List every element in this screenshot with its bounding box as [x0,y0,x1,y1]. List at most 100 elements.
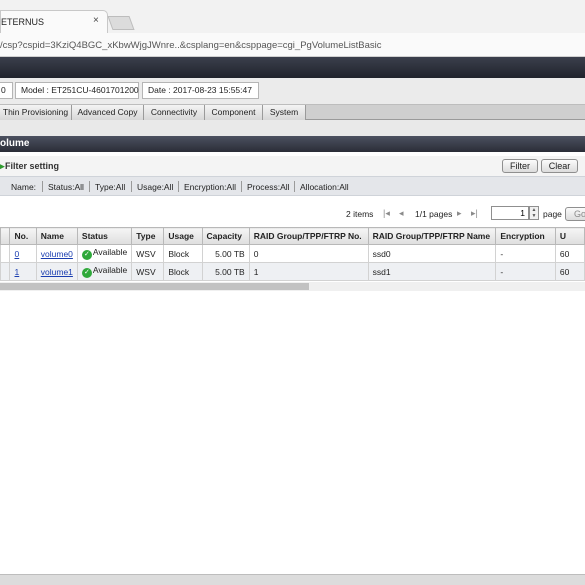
divider [178,181,179,192]
clear-button[interactable]: Clear [541,159,578,173]
menu-tab-thin-provisioning[interactable]: Thin Provisioning [0,105,72,120]
table-row[interactable]: 1 volume1 ✓ Available WSV Block 5.00 TB 1… [0,262,585,281]
divider [294,181,295,192]
status-cell: ✓ Available [76,244,133,263]
app-header [0,57,585,78]
menu-tab-label: Advanced Copy [77,107,138,117]
volume-no-link[interactable]: 1 [14,267,19,277]
date-info-text: Date : 2017-08-23 15:55:47 [148,85,252,95]
usage-cell: Block [163,244,203,263]
clear-button-label: Clear [548,161,571,171]
filter-button[interactable]: Filter [502,159,538,173]
menu-tab-component[interactable]: Component [205,105,263,120]
page-label: page [543,209,562,219]
filter-setting-bar[interactable]: ▸ Filter setting Filter Clear [0,156,585,176]
volume-name-link[interactable]: volume1 [41,267,73,277]
menu-tab-label: System [269,107,299,117]
capacity-cell: 5.00 TB [201,244,250,263]
check-circle-icon: ✓ [81,250,92,260]
no-cell: 1 [9,262,37,281]
last-page-icon[interactable]: ▸| [471,208,478,219]
model-info-box: Model : ET251CU-4601701200 [15,82,139,99]
type-cell: WSV [131,244,165,263]
divider [241,181,242,192]
select-column-header[interactable] [0,227,11,245]
filter-expand-icon[interactable]: ▸ [0,161,5,172]
divider [131,181,132,192]
status-info-box: 0 [0,82,13,99]
menu-tab-advanced-copy[interactable]: Advanced Copy [72,105,144,120]
scrollbar-thumb[interactable] [0,283,309,290]
volume-no-link[interactable]: 0 [14,249,19,259]
section-title: olume [0,138,30,149]
no-cell: 0 [9,244,37,263]
date-info-box: Date : 2017-08-23 15:55:47 [142,82,259,99]
usage-cell: Block [163,262,203,281]
status-cell: ✓ Available [76,262,133,281]
browser-tab-strip: ETERNUS × [0,0,585,34]
filter-process: Process:All [247,182,290,192]
filter-summary: Name: Status:All Type:All Usage:All Encr… [0,176,585,196]
name-cell: volume1 [35,262,78,281]
column-header-no[interactable]: No. [9,227,37,245]
browser-tab[interactable]: ETERNUS × [0,10,108,34]
u-cell: 60 [554,262,585,281]
u-cell: 60 [554,244,585,263]
check-circle-icon: ✓ [81,268,92,278]
table-row[interactable]: 0 volume0 ✓ Available WSV Block 5.00 TB 0… [0,244,585,263]
filter-setting-title[interactable]: Filter setting [5,161,59,171]
status-info-text: 0 [1,85,6,95]
status-text: Available [92,247,128,257]
filter-encryption: Encryption:All [184,182,236,192]
volume-table: No. Name Status Type Usage Capacity RAID… [0,227,585,281]
column-header-rg-name[interactable]: RAID Group/TPP/FTRP Name [367,227,497,245]
column-header-capacity[interactable]: Capacity [201,227,250,245]
page-spinner[interactable]: ▲ ▼ [529,206,539,220]
column-header-encryption[interactable]: Encryption [495,227,556,245]
filter-name: Name: [11,182,37,192]
page-number-input[interactable] [491,206,529,220]
close-icon[interactable]: × [93,15,99,26]
menu-tab-system[interactable]: System [263,105,306,120]
volume-name-link[interactable]: volume0 [41,249,73,259]
encryption-cell: - [495,244,556,263]
column-header-status[interactable]: Status [76,227,133,245]
filter-button-label: Filter [510,161,530,171]
status-strip [0,574,585,585]
filter-type: Type:All [95,182,126,192]
main-menu-bar: Thin Provisioning Advanced Copy Connecti… [0,104,585,120]
sub-toolbar [0,120,585,136]
column-header-u[interactable]: U [554,227,585,245]
prev-page-icon[interactable]: ◂ [399,208,404,219]
model-info-text: Model : ET251CU-4601701200 [21,85,139,95]
filter-allocation: Allocation:All [300,182,349,192]
column-header-name[interactable]: Name [35,227,78,245]
address-bar[interactable]: /csp?cspid=3KziQ4BGC_xKbwWjgJWnre..&cspl… [0,33,585,57]
pagination-bar: 2 items |◂ ◂ 1/1 pages ▸ ▸| ▲ ▼ page Go [0,204,585,224]
menu-tab-label: Thin Provisioning [2,107,69,117]
spin-down-icon[interactable]: ▼ [530,213,538,219]
url-text[interactable]: /csp?cspid=3KziQ4BGC_xKbwWjgJWnre..&cspl… [0,40,382,51]
column-header-type[interactable]: Type [131,227,165,245]
column-header-usage[interactable]: Usage [163,227,203,245]
capacity-cell: 5.00 TB [201,262,250,281]
column-header-rg-no[interactable]: RAID Group/TPP/FTRP No. [248,227,369,245]
row-select-cell[interactable] [0,244,11,263]
row-select-cell[interactable] [0,262,11,281]
next-page-icon[interactable]: ▸ [457,208,462,219]
rg-name-cell: ssd0 [367,244,497,263]
divider [42,181,43,192]
browser-tab-title: ETERNUS [1,17,45,27]
menu-tab-connectivity[interactable]: Connectivity [144,105,205,120]
go-button[interactable]: Go [565,207,585,221]
filter-status: Status:All [48,182,84,192]
table-header-row: No. Name Status Type Usage Capacity RAID… [0,227,585,245]
name-cell: volume0 [35,244,78,263]
section-header: olume [0,136,585,152]
system-info-bar: 0 Model : ET251CU-4601701200 Date : 2017… [0,78,585,104]
new-tab-button[interactable] [107,16,135,30]
go-button-label: Go [573,209,585,219]
type-cell: WSV [131,262,165,281]
first-page-icon[interactable]: |◂ [383,208,390,219]
horizontal-scrollbar[interactable] [0,282,585,291]
